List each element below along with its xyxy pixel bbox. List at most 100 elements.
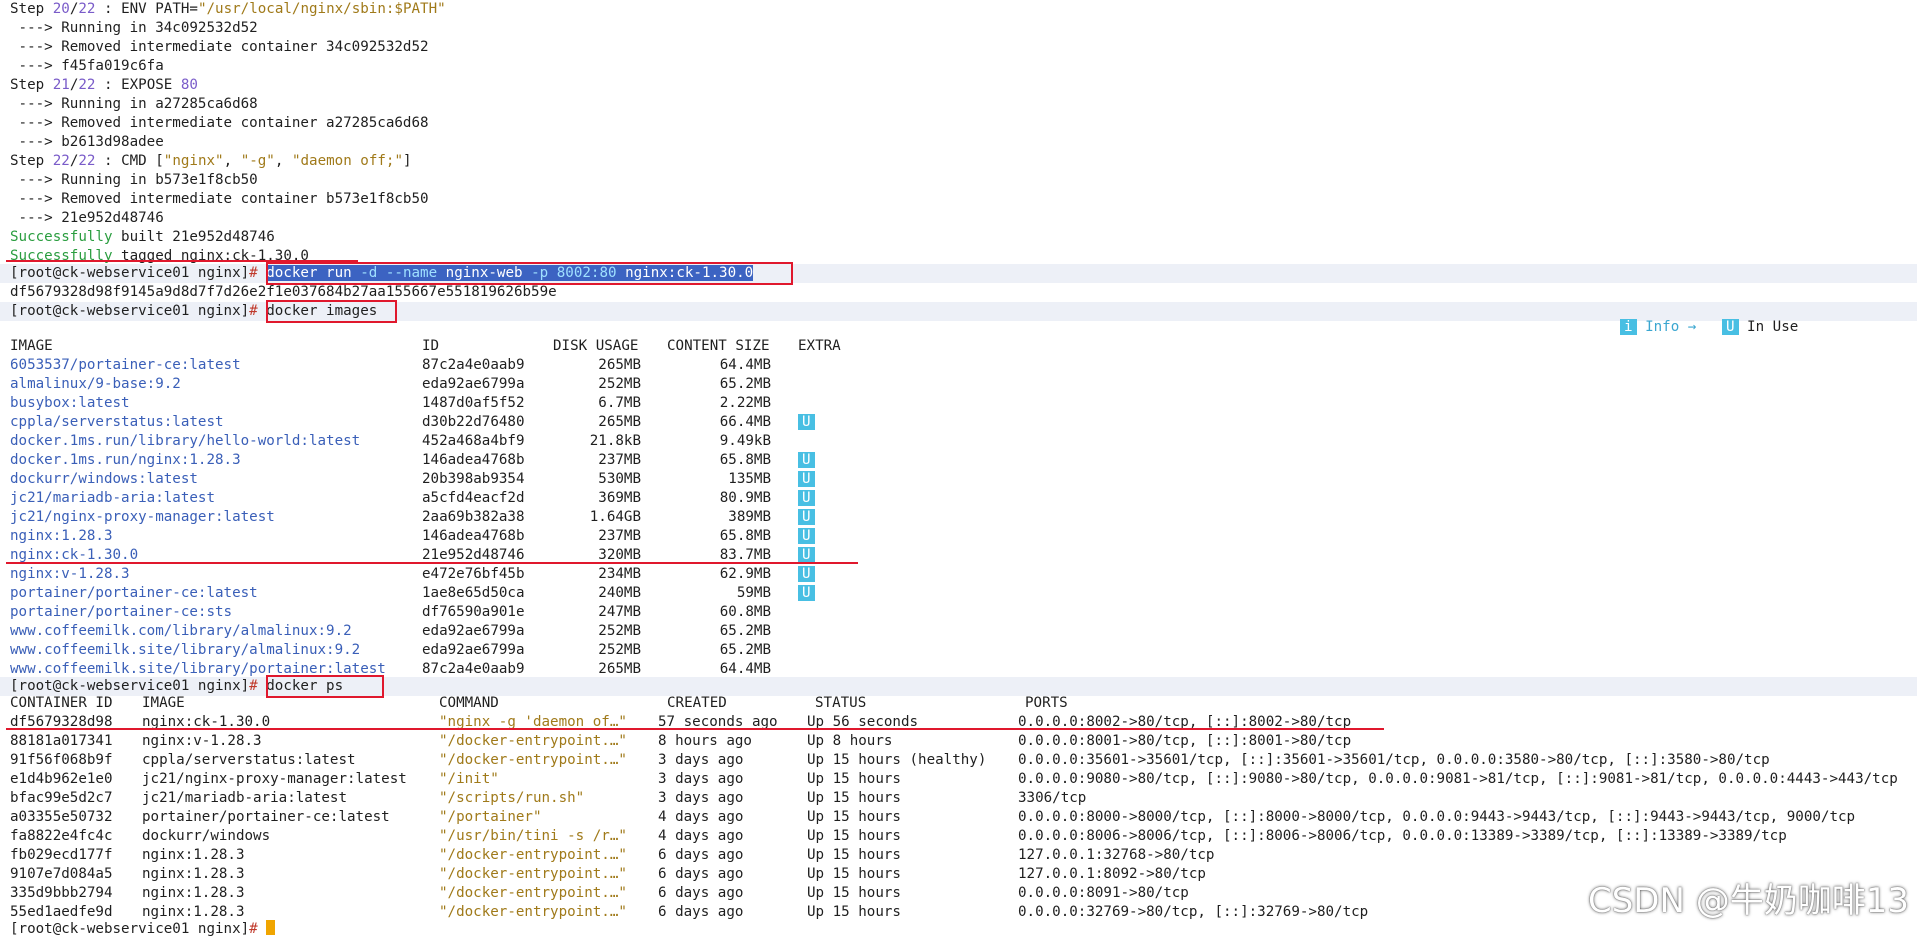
image-id: eda92ae6799a: [422, 376, 525, 392]
image-name[interactable]: 6053537/portainer-ce:latest: [10, 357, 241, 373]
images-col-disk: DISK USAGE: [553, 338, 639, 354]
image-content-size: 389MB: [728, 509, 771, 525]
container-status: Up 15 hours: [807, 809, 901, 825]
container-ports: 0.0.0.0:8006->8006/tcp, [::]:8006->8006/…: [1018, 828, 1787, 844]
info-label: Info →: [1636, 319, 1697, 335]
in-use-badge: U: [1721, 319, 1739, 335]
image-disk-usage: 265MB: [598, 357, 641, 373]
build-step-22: Step 22/22 : CMD ["nginx", "-g", "daemon…: [10, 153, 412, 169]
build-output-line: ---> Removed intermediate container b573…: [10, 191, 429, 207]
image-name[interactable]: docker.1ms.run/nginx:1.28.3: [10, 452, 241, 468]
container-status: Up 15 hours: [807, 904, 901, 920]
container-command: "/scripts/run.sh": [439, 790, 585, 806]
image-id: 20b398ab9354: [422, 471, 525, 487]
container-status: Up 15 hours: [807, 790, 901, 806]
image-disk-usage: 247MB: [598, 604, 641, 620]
image-id: 1ae8e65d50ca: [422, 585, 525, 601]
image-disk-usage: 252MB: [598, 376, 641, 392]
container-id[interactable]: 9107e7d084a5: [10, 866, 113, 882]
container-image: nginx:1.28.3: [142, 904, 245, 920]
container-id[interactable]: a03355e50732: [10, 809, 113, 825]
container-command: "/docker-entrypoint.…": [439, 866, 627, 882]
container-id[interactable]: e1d4b962e1e0: [10, 771, 113, 787]
image-content-size: 65.8MB: [719, 452, 771, 468]
container-ports: 0.0.0.0:8091->80/tcp: [1018, 885, 1189, 901]
container-id[interactable]: 91f56f068b9f: [10, 752, 113, 768]
container-command: "/docker-entrypoint.…": [439, 733, 627, 749]
in-use-badge: U: [798, 471, 815, 487]
image-name[interactable]: portainer/portainer-ce:sts: [10, 604, 232, 620]
image-name[interactable]: jc21/nginx-proxy-manager:latest: [10, 509, 275, 525]
images-col-id: ID: [422, 338, 440, 354]
container-image: portainer/portainer-ce:latest: [142, 809, 390, 825]
container-ports: 127.0.0.1:32768->80/tcp: [1018, 847, 1215, 863]
container-command: "/usr/bin/tini -s /r…": [439, 828, 627, 844]
image-id: df76590a901e: [422, 604, 525, 620]
image-name[interactable]: jc21/mariadb-aria:latest: [10, 490, 215, 506]
annotation-underline: [6, 562, 858, 564]
annotation-box-images: [266, 300, 397, 323]
container-created: 6 days ago: [658, 904, 744, 920]
build-output-line: ---> f45fa019c6fa: [10, 58, 164, 74]
annotation-underline: [6, 728, 1384, 730]
image-disk-usage: 237MB: [598, 528, 641, 544]
build-output-line: ---> 21e952d48746: [10, 210, 164, 226]
container-command: "/docker-entrypoint.…": [439, 885, 627, 901]
image-name[interactable]: busybox:latest: [10, 395, 130, 411]
ps-col-status: STATUS: [815, 695, 867, 711]
prompt-line-final[interactable]: [root@ck-webservice01 nginx]#: [10, 920, 276, 939]
container-image: dockurr/windows: [142, 828, 271, 844]
image-name[interactable]: nginx:1.28.3: [10, 528, 113, 544]
ps-col-ports: PORTS: [1025, 695, 1068, 711]
container-status: Up 15 hours (healthy): [807, 752, 987, 768]
image-content-size: 64.4MB: [719, 661, 771, 677]
image-name[interactable]: nginx:v-1.28.3: [10, 566, 130, 582]
container-ports: 127.0.0.1:8092->80/tcp: [1018, 866, 1206, 882]
image-disk-usage: 1.64GB: [589, 509, 641, 525]
container-id[interactable]: fa8822e4fc4c: [10, 828, 113, 844]
image-name[interactable]: almalinux/9-base:9.2: [10, 376, 181, 392]
image-id: 21e952d48746: [422, 547, 525, 563]
image-content-size: 62.9MB: [719, 566, 771, 582]
build-output-line: ---> Running in 34c092532d52: [10, 20, 258, 36]
image-disk-usage: 252MB: [598, 623, 641, 639]
container-id[interactable]: bfac99e5d2c7: [10, 790, 113, 806]
info-badge: i: [1620, 319, 1637, 335]
container-id[interactable]: 88181a017341: [10, 733, 113, 749]
image-content-size: 83.7MB: [719, 547, 771, 563]
container-command: "/docker-entrypoint.…": [439, 752, 627, 768]
image-disk-usage: 252MB: [598, 642, 641, 658]
image-content-size: 65.8MB: [719, 528, 771, 544]
watermark: CSDN @牛奶咖啡13: [1587, 881, 1909, 921]
build-output-line: ---> Removed intermediate container a272…: [10, 115, 429, 131]
container-id[interactable]: 335d9bbb2794: [10, 885, 113, 901]
images-col-image: IMAGE: [10, 338, 53, 354]
container-ports: 0.0.0.0:8001->80/tcp, [::]:8001->80/tcp: [1018, 733, 1352, 749]
image-content-size: 59MB: [736, 585, 771, 601]
container-ports: 0.0.0.0:32769->80/tcp, [::]:32769->80/tc…: [1018, 904, 1369, 920]
image-id: 146adea4768b: [422, 452, 525, 468]
annotation-box-run: [266, 262, 793, 285]
image-name[interactable]: nginx:ck-1.30.0: [10, 547, 138, 563]
image-content-size: 64.4MB: [719, 357, 771, 373]
image-name[interactable]: docker.1ms.run/library/hello-world:lates…: [10, 433, 360, 449]
image-name[interactable]: www.coffeemilk.site/library/almalinux:9.…: [10, 642, 360, 658]
container-command: "/init": [439, 771, 499, 787]
build-success-line: Successfully built 21e952d48746: [10, 229, 275, 245]
image-name[interactable]: cppla/serverstatus:latest: [10, 414, 224, 430]
image-name[interactable]: portainer/portainer-ce:latest: [10, 585, 258, 601]
container-created: 6 days ago: [658, 847, 744, 863]
container-id[interactable]: fb029ecd177f: [10, 847, 113, 863]
image-name[interactable]: www.coffeemilk.com/library/almalinux:9.2: [10, 623, 352, 639]
build-step-21: Step 21/22 : EXPOSE 80: [10, 77, 198, 93]
container-ports: 0.0.0.0:35601->35601/tcp, [::]:35601->35…: [1018, 752, 1770, 768]
container-status: Up 15 hours: [807, 847, 901, 863]
image-content-size: 66.4MB: [719, 414, 771, 430]
container-image: jc21/nginx-proxy-manager:latest: [142, 771, 407, 787]
terminal-window[interactable]: Step 20/22 : ENV PATH="/usr/local/nginx/…: [0, 0, 1917, 937]
image-name[interactable]: dockurr/windows:latest: [10, 471, 198, 487]
container-created: 6 days ago: [658, 866, 744, 882]
container-id[interactable]: 55ed1aedfe9d: [10, 904, 113, 920]
container-command: "/portainer": [439, 809, 542, 825]
build-output-line: ---> Running in b573e1f8cb50: [10, 172, 258, 188]
